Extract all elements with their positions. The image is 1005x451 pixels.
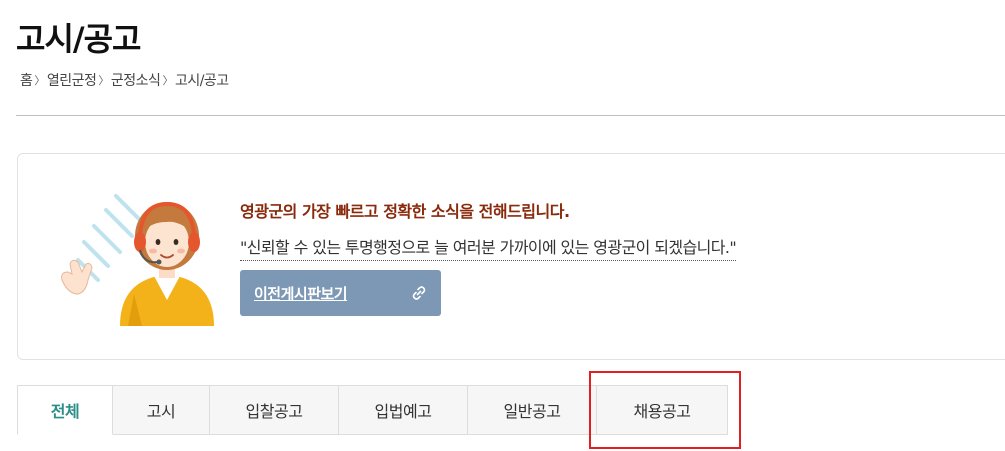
tab-bid-notice[interactable]: 입찰공고 (210, 385, 339, 435)
tab-general-notice[interactable]: 일반공고 (468, 385, 597, 435)
previous-board-label: 이전게시판보기 (254, 284, 348, 303)
link-icon (411, 285, 427, 301)
page-title: 고시/공고 (16, 20, 141, 58)
tab-all[interactable]: 전체 (17, 385, 113, 435)
info-box: 영광군의 가장 빠르고 정확한 소식을 전해드립니다. "신뢰할 수 있는 투명… (17, 153, 1005, 360)
tab-recruitment-notice[interactable]: 채용공고 (597, 385, 728, 435)
breadcrumb-home[interactable]: 홈 (20, 70, 33, 90)
breadcrumb-separator: 〉 (34, 74, 45, 87)
tab-notice[interactable]: 고시 (113, 385, 210, 435)
breadcrumb-county-news[interactable]: 군정소식 (111, 70, 161, 90)
call-center-agent-illustration (61, 194, 214, 326)
breadcrumb: 홈 〉 열린군정 〉 군정소식 〉 고시/공고 (20, 70, 229, 90)
breadcrumb-current: 고시/공고 (174, 73, 229, 89)
breadcrumb-separator: 〉 (162, 74, 173, 87)
previous-board-button[interactable]: 이전게시판보기 (240, 270, 441, 316)
tab-legislative-notice[interactable]: 입법예고 (339, 385, 468, 435)
title-divider (16, 115, 1005, 116)
breadcrumb-separator: 〉 (98, 74, 109, 87)
category-tabs: 전체 고시 입찰공고 입법예고 일반공고 채용공고 (17, 385, 728, 435)
breadcrumb-open-administration[interactable]: 열린군정 (47, 70, 97, 90)
headline: 영광군의 가장 빠르고 정확한 소식을 전해드립니다. (240, 202, 570, 221)
slogan-quote: "신뢰할 수 있는 투명행정으로 늘 여러분 가까이에 있는 영광군이 되겠습니… (240, 234, 737, 261)
